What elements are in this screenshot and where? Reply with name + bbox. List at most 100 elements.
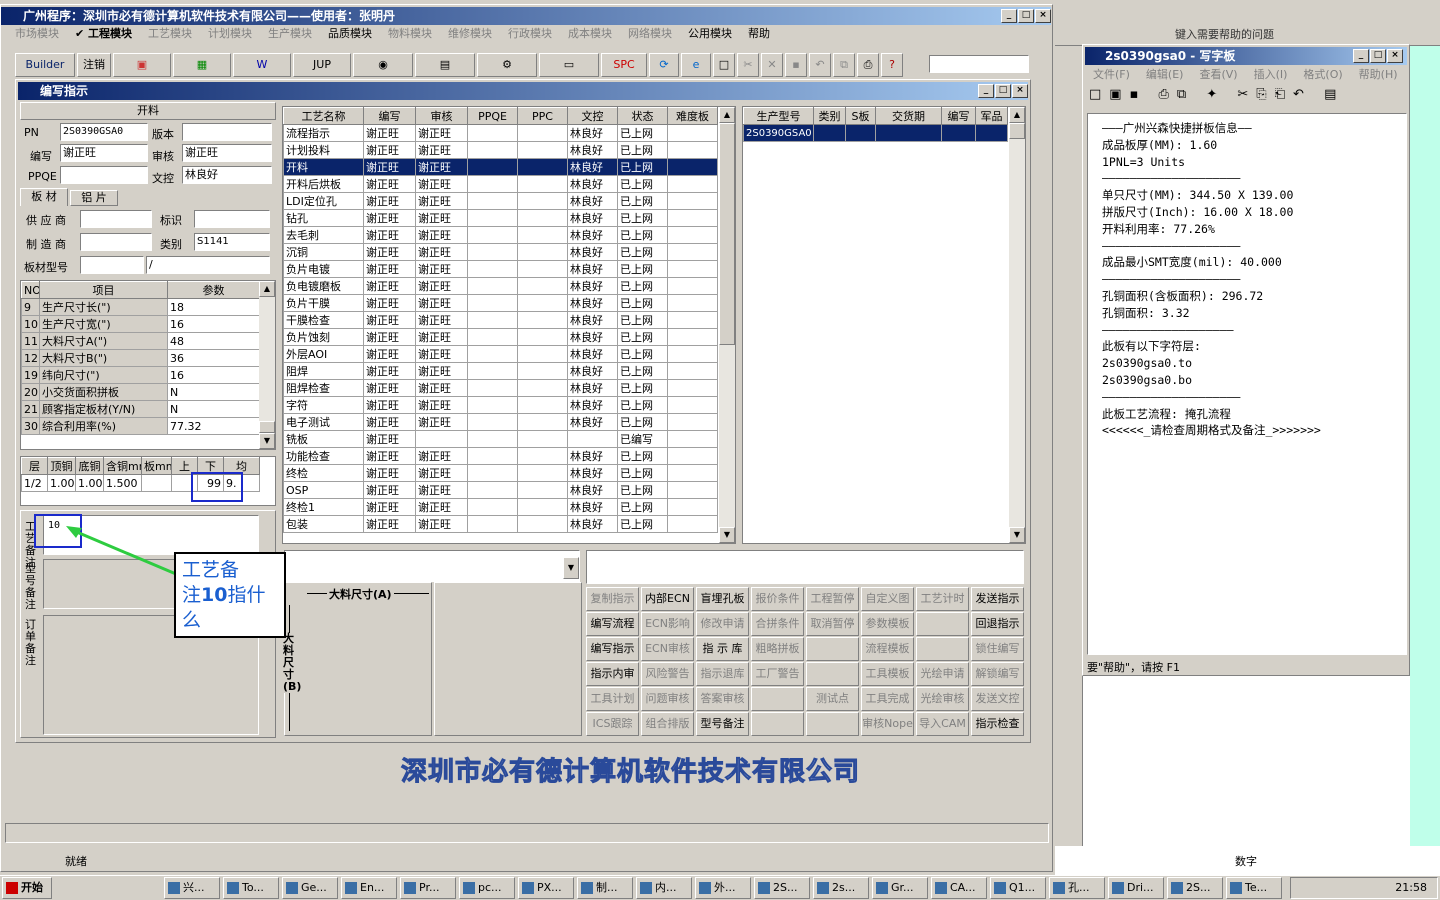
action-button-4-0[interactable]: 工具计划 [586,687,639,711]
menu-item-4[interactable]: 生产模块 [260,25,320,43]
action-button-2-7[interactable]: 锁住编写 [971,637,1024,661]
eye-icon[interactable]: ◉ [353,53,413,77]
action-button-0-0[interactable]: 复制指示 [586,587,639,611]
column-header[interactable]: 生产型号 [743,107,814,125]
table-row[interactable]: 9 生产尺寸长(") 18 [21,298,260,316]
table-row[interactable]: LDI定位孔 谢正旺 谢正旺 林良好 已上网 [283,192,718,210]
product-combo[interactable] [586,550,1024,584]
maker-field[interactable] [80,233,152,251]
excel-icon[interactable]: ▦ [173,53,231,77]
action-button-2-2[interactable]: 指 示 库 [696,637,749,661]
wordpad-menu-item-2[interactable]: 查看(V) [1191,66,1245,84]
action-button-4-1[interactable]: 问题审核 [641,687,694,711]
action-button-5-4[interactable] [806,712,859,736]
table-row[interactable]: 阻焊 谢正旺 谢正旺 林良好 已上网 [283,362,718,380]
column-header[interactable]: 状态 [617,107,668,125]
jup-button[interactable]: JUP [293,53,351,77]
action-button-5-6[interactable]: 导入CAM [916,712,969,736]
maximize-button[interactable]: □ [1018,9,1034,23]
menu-item-10[interactable]: 网络模块 [620,25,680,43]
taskbar-item[interactable]: 外... [695,877,751,899]
taskbar-item[interactable]: Q1... [990,877,1046,899]
taskbar-item[interactable]: PX... [518,877,574,899]
menu-item-11[interactable]: 公用模块 [680,25,740,43]
action-button-2-5[interactable]: 流程模板 [861,637,914,661]
menu-item-9[interactable]: 成本模块 [560,25,620,43]
action-button-3-0[interactable]: 指示内审 [586,662,639,686]
table-row[interactable]: 11 大料尺寸A(") 48 [21,332,260,350]
action-button-2-3[interactable]: 粗略拼板 [751,637,804,661]
action-button-5-3[interactable] [751,712,804,736]
version-field[interactable] [182,123,272,141]
action-button-1-0[interactable]: 编写流程 [586,612,639,636]
action-button-4-3[interactable] [751,687,804,711]
action-button-3-5[interactable]: 工具模板 [861,662,914,686]
action-button-3-7[interactable]: 解锁编写 [971,662,1024,686]
wordpad-menu-item-4[interactable]: 格式(O) [1295,66,1350,84]
table-row[interactable]: 21 顾客指定板材(Y/N) N [21,400,260,418]
table-row[interactable]: 12 大料尺寸B(") 36 [21,349,260,367]
model-field-2[interactable]: / [146,256,270,274]
ie-icon[interactable]: e [681,53,711,77]
word-icon[interactable]: W [233,53,291,77]
table-row[interactable]: 包装 谢正旺 谢正旺 林良好 已上网 [283,515,718,533]
undo-icon[interactable]: ↶ [809,53,831,77]
taskbar-item[interactable]: 制... [577,877,633,899]
help-icon[interactable]: ? [881,53,903,77]
action-button-2-1[interactable]: ECN审核 [641,637,694,661]
action-button-4-5[interactable]: 工具完成 [861,687,914,711]
table-row[interactable]: 30 综合利用率(%) 77.32 [21,417,260,435]
database-icon[interactable]: ▤ [415,53,475,77]
process-scrollbar[interactable]: ▲ ▼ [719,107,735,543]
menu-item-3[interactable]: 计划模块 [200,25,260,43]
table-row[interactable]: 电子测试 谢正旺 谢正旺 林良好 已上网 [283,413,718,431]
table-row[interactable]: 铣板 谢正旺 已编写 [283,430,718,448]
action-button-4-7[interactable]: 发送文控 [971,687,1024,711]
minimize-button[interactable]: _ [1001,9,1017,23]
supplier-field[interactable] [80,210,152,228]
column-header[interactable]: 含铜mm [103,457,142,475]
table-row[interactable]: 终检 谢正旺 谢正旺 林良好 已上网 [283,464,718,482]
excel-help-input[interactable]: 键入需要帮助的问题 [1175,26,1345,41]
toolbar-combo[interactable] [929,55,1029,73]
start-button[interactable]: 开始 [2,877,52,899]
menu-item-1[interactable]: ✔ 工程模块 [67,25,140,43]
process-combo[interactable]: ▼ [284,550,580,582]
wordpad-menu-item-1[interactable]: 编辑(E) [1138,66,1192,84]
taskbar-item[interactable]: Pr... [400,877,456,899]
action-button-0-1[interactable]: 内部ECN [641,587,694,611]
column-header[interactable]: 军品 [975,107,1008,125]
column-header[interactable]: 项目 [39,281,168,299]
taskbar-item[interactable]: 兴... [164,877,220,899]
taskbar-item[interactable]: Gr... [872,877,928,899]
wordpad-minimize-button[interactable]: _ [1353,49,1369,63]
column-header[interactable]: 层 [21,457,48,475]
tab-board[interactable]: 板 材 [20,188,68,206]
table-row[interactable]: 19 纬向尺寸(") 16 [21,366,260,384]
action-button-3-2[interactable]: 指示退库 [696,662,749,686]
table-row[interactable]: 流程指示 谢正旺 谢正旺 林良好 已上网 [283,124,718,142]
table-row[interactable]: 字符 谢正旺 谢正旺 林良好 已上网 [283,396,718,414]
delete-icon[interactable]: ✕ [761,53,783,77]
column-header[interactable]: 编写 [363,107,416,125]
sub-minimize-button[interactable]: _ [978,84,994,98]
column-header[interactable]: 交货期 [875,107,942,125]
table-row[interactable]: 干膜检查 谢正旺 谢正旺 林良好 已上网 [283,311,718,329]
action-button-0-6[interactable]: 工艺计时 [916,587,969,611]
params-scrollbar[interactable]: ▲ ▼ [259,281,275,449]
printer-icon[interactable]: ▭ [539,53,599,77]
column-header[interactable]: 类别 [813,107,846,125]
menu-item-8[interactable]: 行政模块 [500,25,560,43]
pn-field[interactable]: 2S0390GSA0 [60,123,148,141]
table-row[interactable]: 计划投料 谢正旺 谢正旺 林良好 已上网 [283,141,718,159]
action-button-5-7[interactable]: 指示检查 [971,712,1024,736]
column-header[interactable]: S板 [845,107,876,125]
spc-button[interactable]: SPC [601,53,647,77]
print-icon[interactable]: ⎙ [857,53,879,77]
action-button-5-2[interactable]: 型号备注 [696,712,749,736]
table-row[interactable]: 20 小交货面积拼板 N [21,383,260,401]
menu-item-2[interactable]: 工艺模块 [140,25,200,43]
action-button-4-2[interactable]: 答案审核 [696,687,749,711]
taskbar-item[interactable]: 孔... [1049,877,1105,899]
wordpad-document[interactable]: ———广州兴森快捷拼板信息—— 成品板厚(MM): 1.60 1PNL=3 Unit… [1087,113,1407,655]
